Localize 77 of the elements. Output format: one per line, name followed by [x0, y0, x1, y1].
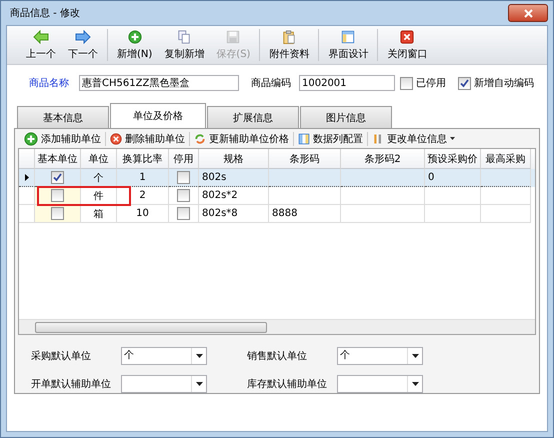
table-cell [481, 205, 531, 224]
checkbox-label: 新增自动编码 [474, 76, 534, 90]
table-cell [269, 169, 341, 188]
tab[interactable]: 扩展信息 [207, 106, 299, 128]
field-label: 库存默认辅助单位 [247, 378, 328, 391]
table-cell: 802s*8 [199, 205, 269, 224]
toolbar-button[interactable]: 下一个 [62, 29, 104, 61]
table-cell [425, 205, 481, 224]
field-label: 商品名称 [29, 76, 70, 90]
checkbox[interactable] [458, 76, 471, 90]
toolbar-button[interactable]: 复制新增 [158, 29, 210, 61]
left-arrow-icon [33, 30, 49, 44]
table-cell: 10 [117, 205, 169, 224]
table-cell: 802s [199, 169, 269, 188]
toolbar-button[interactable]: 界面设计 [322, 29, 374, 61]
unit-dropdown[interactable] [337, 375, 423, 393]
table-cell: 802s*2 [199, 187, 269, 206]
field-label: 开单默认辅助单位 [31, 378, 112, 391]
grid-toolbar-button[interactable]: 更新辅助单位价格 [190, 132, 294, 146]
table-cell [481, 169, 531, 188]
columns-icon [298, 132, 310, 145]
checkbox-label: 已停用 [416, 77, 446, 90]
table-cell: 1 [117, 169, 169, 188]
checkbox[interactable] [177, 189, 190, 202]
close-button[interactable] [508, 4, 548, 22]
close-icon [400, 30, 414, 44]
field-label: 采购默认单位 [31, 350, 92, 363]
layout-icon [341, 30, 356, 44]
scrollbar-thumb[interactable] [35, 322, 267, 333]
clipboard-icon [282, 30, 296, 44]
grid-toolbar-button[interactable]: 数据列配置 [294, 132, 368, 146]
grid-toolbar-button[interactable]: 更改单位信息 [368, 132, 459, 146]
refresh-icon [194, 132, 206, 145]
grid-toolbar-button[interactable]: 删除辅助单位 [106, 132, 190, 146]
field-label: 销售默认单位 [247, 350, 308, 363]
row-header[interactable] [19, 169, 35, 188]
toolbar-button[interactable]: 关闭窗口 [381, 29, 434, 61]
copy-icon [177, 30, 192, 44]
table-cell [269, 187, 341, 206]
current-row-icon [24, 174, 28, 182]
name-field[interactable]: 惠普CH561ZZ黑色墨盒 [79, 75, 239, 91]
unit-dropdown[interactable]: 个 [337, 347, 423, 365]
table-cell: 8888 [269, 205, 341, 224]
right-arrow-icon [75, 30, 91, 44]
tab[interactable]: 图片信息 [300, 106, 392, 128]
table-cell [481, 187, 531, 206]
unit-dropdown[interactable] [121, 375, 207, 393]
toolbar-button[interactable]: 附件资料 [263, 29, 316, 61]
table-cell: 箱 [81, 205, 117, 224]
checkbox[interactable] [51, 207, 64, 220]
grid-toolbar-button[interactable]: 添加辅助单位 [20, 132, 106, 146]
tools-icon [372, 132, 384, 145]
checkbox[interactable] [177, 207, 190, 220]
dropdown-arrow-icon [196, 354, 202, 358]
table-cell: 0 [425, 169, 481, 188]
checkbox[interactable] [51, 189, 64, 202]
checkbox[interactable] [51, 171, 64, 184]
toolbar-button[interactable]: 上一个 [20, 29, 62, 61]
window-title: 商品信息 - 修改 [10, 6, 80, 20]
dropdown-arrow-icon [412, 382, 418, 386]
dropdown-arrow-icon [196, 382, 202, 386]
plus-icon [24, 132, 38, 146]
table-cell: 个 [81, 169, 117, 188]
close-icon [524, 8, 532, 18]
tab[interactable]: 基本信息 [17, 106, 109, 128]
field-label: 商品编码 [251, 76, 292, 90]
checkbox[interactable] [177, 171, 190, 184]
unit-dropdown[interactable]: 个 [121, 347, 207, 365]
tab[interactable]: 单位及价格 [110, 103, 206, 128]
dropdown-arrow-icon [412, 354, 418, 358]
table-cell [425, 187, 481, 206]
code-field[interactable]: 1002001 [299, 75, 395, 91]
toolbar-button[interactable]: 新增(N) [111, 29, 158, 61]
checkbox[interactable] [400, 76, 413, 90]
floppy-icon [226, 30, 240, 44]
plus-icon [128, 30, 142, 44]
remove-icon [110, 132, 122, 145]
